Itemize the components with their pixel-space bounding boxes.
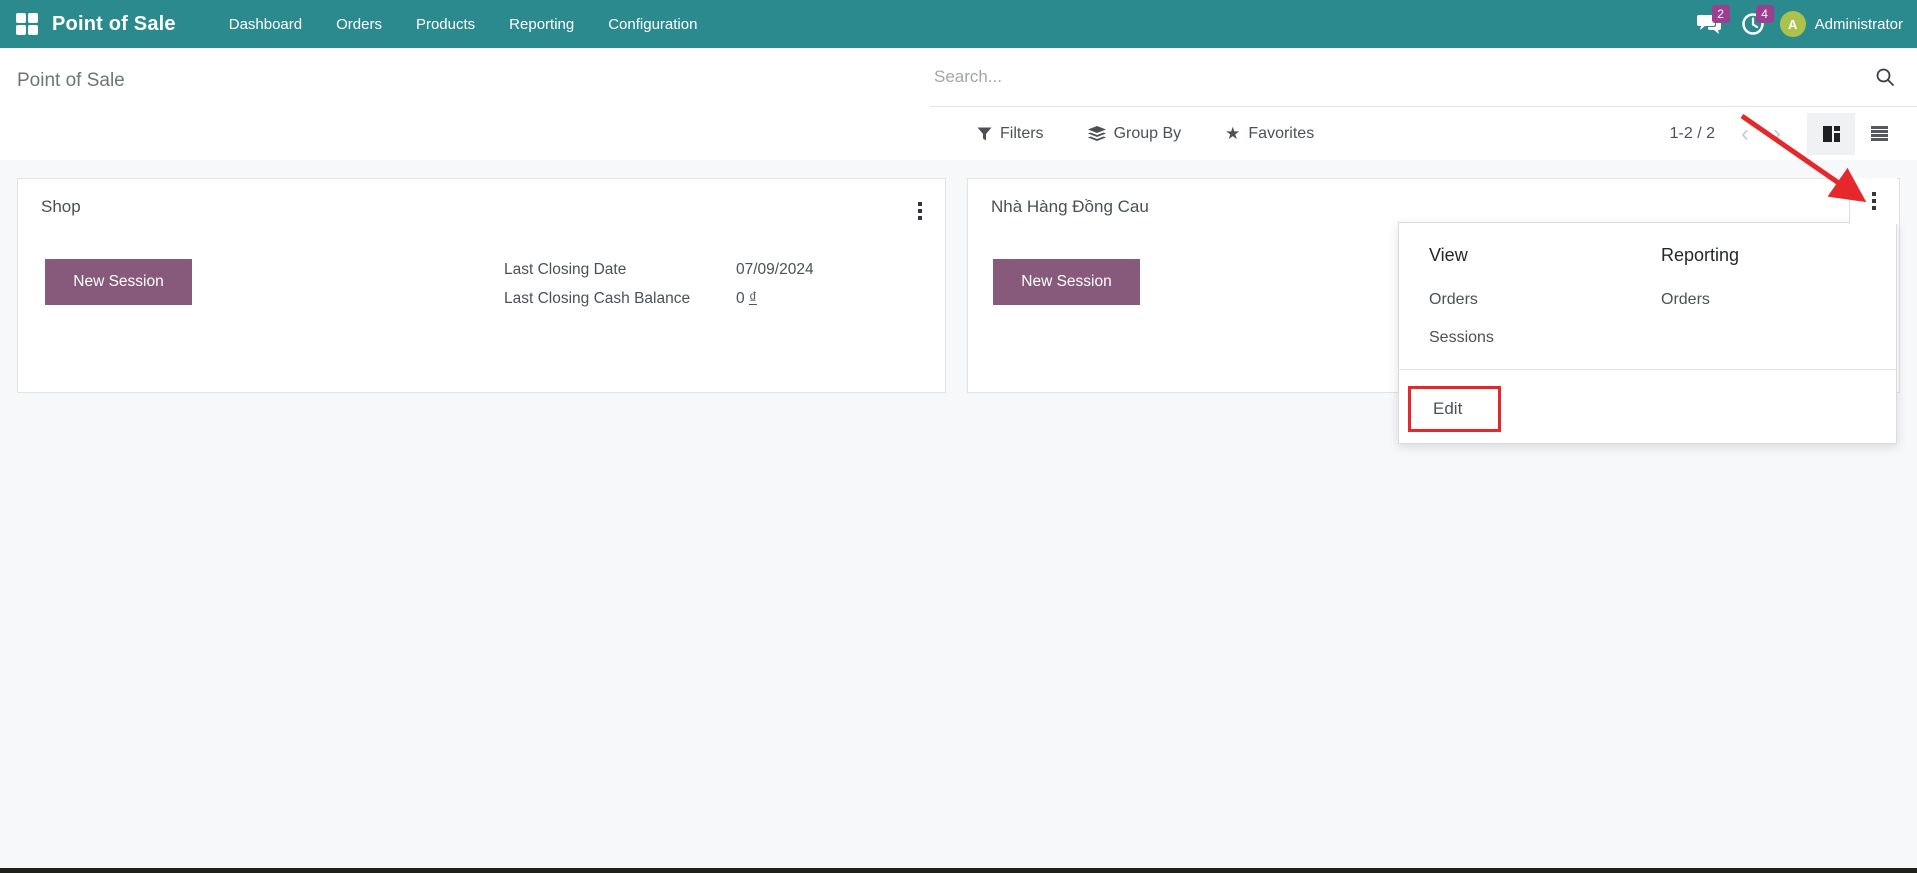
- user-name: Administrator: [1815, 16, 1903, 33]
- list-view-icon: [1871, 126, 1888, 142]
- pos-card-title: Nhà Hàng Đồng Cau: [991, 197, 1149, 217]
- menu-reporting[interactable]: Reporting: [496, 2, 587, 47]
- search-icon[interactable]: [1875, 67, 1895, 87]
- avatar: A: [1780, 11, 1806, 37]
- dropdown-item-view-orders[interactable]: Orders: [1429, 291, 1478, 309]
- pos-card-title: Shop: [41, 197, 81, 217]
- field-last-closing-date: Last Closing Date 07/09/2024: [504, 257, 924, 282]
- card-menu-kebab-icon-open[interactable]: [1849, 178, 1897, 224]
- favorites-button[interactable]: ★ Favorites: [1225, 124, 1314, 144]
- messages-button[interactable]: 2: [1692, 7, 1726, 41]
- dropdown-item-edit[interactable]: Edit: [1433, 399, 1462, 419]
- menu-configuration[interactable]: Configuration: [595, 2, 710, 47]
- bottom-edge-strip: [0, 868, 1917, 873]
- breadcrumb[interactable]: Point of Sale: [17, 70, 125, 92]
- control-panel: Point of Sale Filters Group By ★ Favorit…: [0, 48, 1917, 160]
- filters-button[interactable]: Filters: [977, 125, 1044, 143]
- list-view-button[interactable]: [1855, 113, 1903, 155]
- currency-symbol: ₫: [749, 290, 757, 307]
- card-dropdown-menu: View Reporting Orders Sessions Orders Ed…: [1398, 222, 1897, 444]
- kanban-view-button[interactable]: [1807, 113, 1855, 155]
- top-navbar: Point of Sale Dashboard Orders Products …: [0, 0, 1917, 48]
- pos-card-shop: Shop New Session Last Closing Date 07/09…: [17, 178, 946, 393]
- app-title[interactable]: Point of Sale: [52, 13, 176, 36]
- dropdown-header-view: View: [1429, 245, 1468, 266]
- search-input[interactable]: [930, 67, 1875, 87]
- menu-orders[interactable]: Orders: [323, 2, 395, 47]
- pager-previous-button[interactable]: ‹: [1729, 122, 1761, 146]
- funnel-icon: [977, 127, 992, 141]
- group-by-button[interactable]: Group By: [1088, 125, 1182, 143]
- new-session-button[interactable]: New Session: [45, 259, 192, 305]
- pager-value: 1-2 / 2: [1670, 125, 1715, 143]
- card-fields: Last Closing Date 07/09/2024 Last Closin…: [504, 257, 924, 315]
- layers-icon: [1088, 126, 1106, 142]
- new-session-button[interactable]: New Session: [993, 259, 1140, 305]
- activities-button[interactable]: 4: [1736, 7, 1770, 41]
- apps-menu-icon[interactable]: [16, 13, 38, 35]
- view-switcher: [1807, 113, 1903, 155]
- user-menu[interactable]: A Administrator: [1780, 11, 1903, 37]
- star-icon: ★: [1225, 124, 1240, 144]
- card-menu-kebab-icon[interactable]: [905, 193, 935, 229]
- search-bar: [930, 48, 1917, 107]
- dropdown-separator: [1399, 369, 1896, 370]
- menu-products[interactable]: Products: [403, 2, 488, 47]
- activities-badge: 4: [1756, 5, 1774, 23]
- main-menu: Dashboard Orders Products Reporting Conf…: [216, 2, 711, 47]
- messages-badge: 2: [1712, 5, 1730, 23]
- pager-next-button[interactable]: ›: [1761, 122, 1793, 146]
- dropdown-item-reporting-orders[interactable]: Orders: [1661, 291, 1710, 309]
- field-last-closing-cash-balance: Last Closing Cash Balance 0 ₫: [504, 286, 924, 311]
- kanban-view-icon: [1823, 126, 1840, 142]
- dropdown-header-reporting: Reporting: [1661, 245, 1739, 266]
- dropdown-item-view-sessions[interactable]: Sessions: [1429, 329, 1494, 347]
- menu-dashboard[interactable]: Dashboard: [216, 2, 315, 47]
